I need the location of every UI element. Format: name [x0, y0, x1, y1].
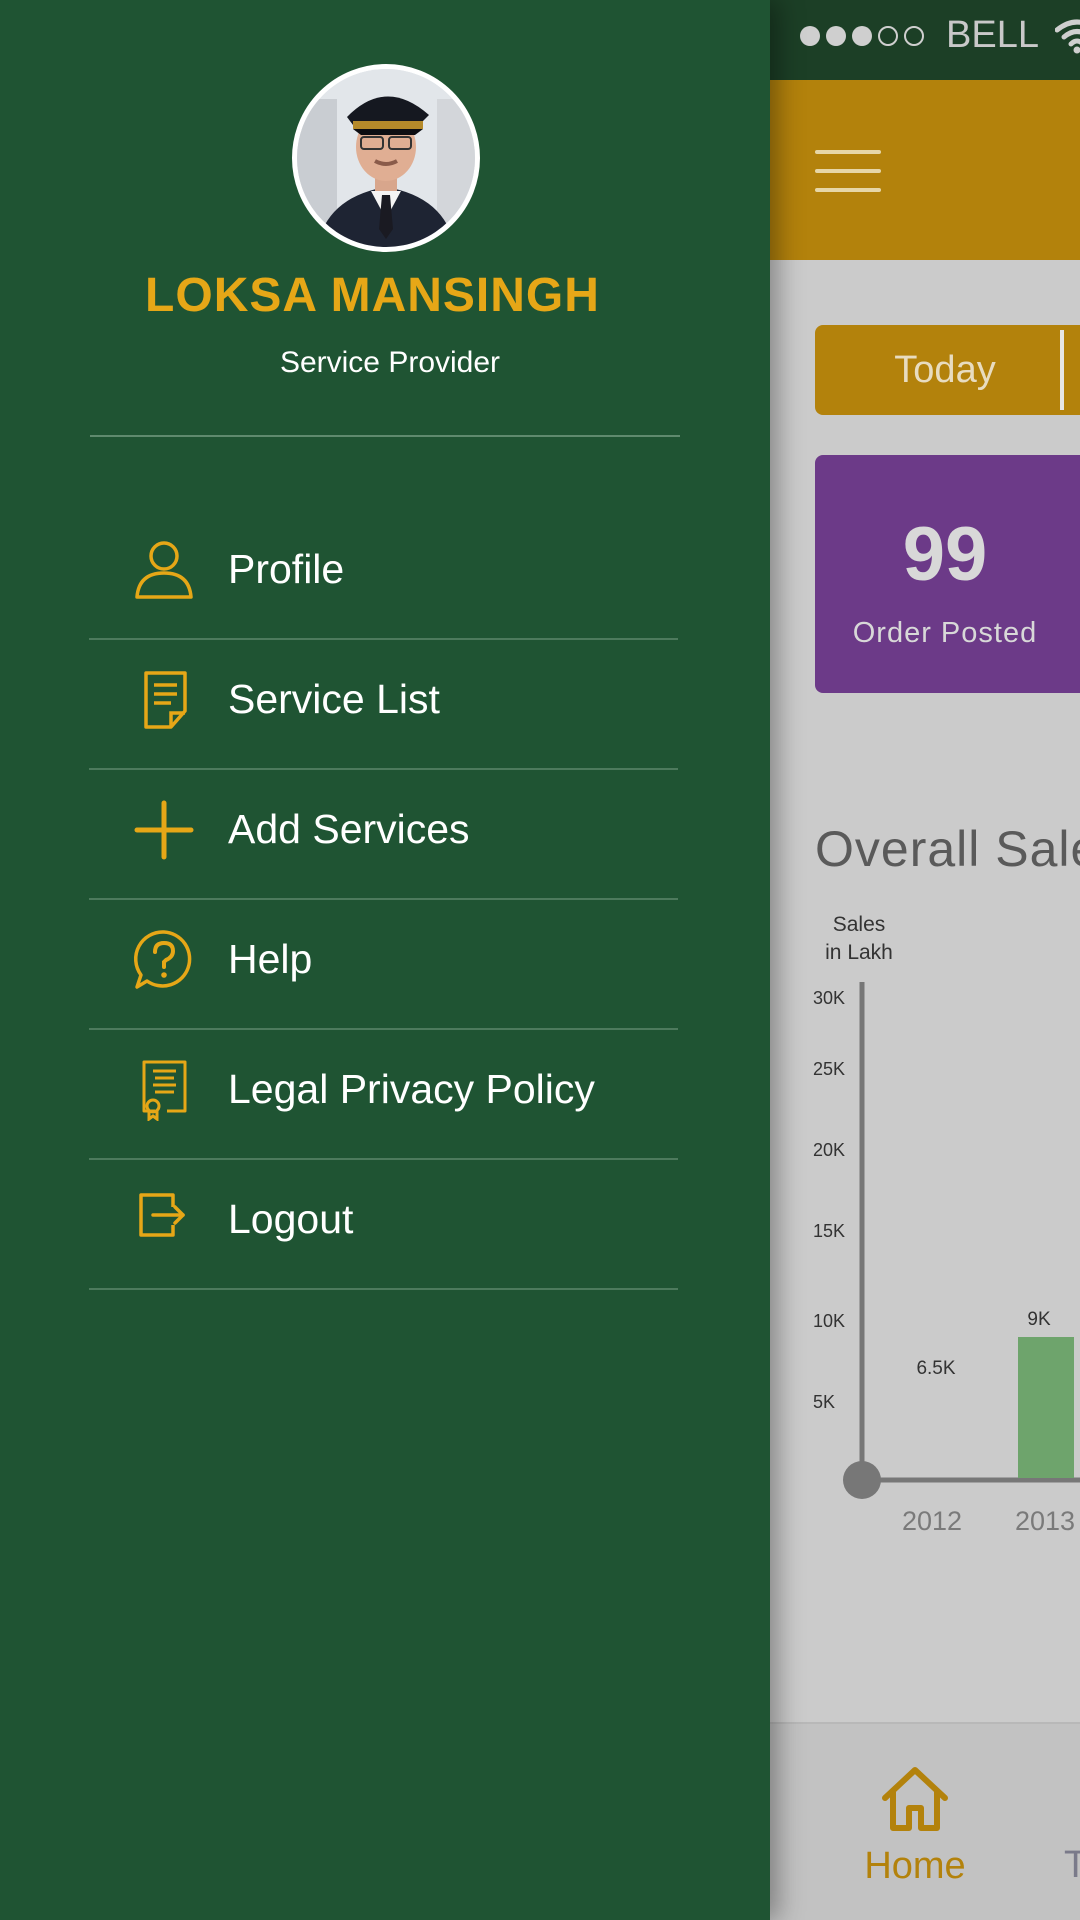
user-icon: [135, 541, 193, 599]
signal-dot: [852, 25, 872, 46]
menu-item-profile[interactable]: Profile: [89, 510, 678, 640]
signal-dot: [878, 25, 898, 46]
signal-dot: [800, 25, 820, 46]
nav-home-label: Home: [864, 1845, 966, 1887]
divider: [90, 435, 680, 437]
y-tick-label: 15K: [813, 1221, 845, 1241]
menu-icon[interactable]: [815, 150, 881, 192]
bar-2013: [1018, 1337, 1074, 1478]
x-tick-label: 2012: [902, 1506, 962, 1536]
menu-label: Help: [228, 936, 313, 982]
order-count: 99: [902, 512, 988, 597]
certificate-icon: [142, 1060, 187, 1121]
logout-icon: [139, 1193, 185, 1237]
signal-dot: [826, 25, 846, 46]
menu-item-add-services[interactable]: Add Services: [89, 770, 678, 900]
menu-label: Add Services: [228, 806, 470, 852]
menu-label: Logout: [228, 1196, 354, 1242]
menu-item-logout[interactable]: Logout: [89, 1160, 678, 1290]
menu-label: Legal Privacy Policy: [228, 1066, 595, 1112]
status-carrier: BELL: [800, 14, 1080, 57]
nav-next-label[interactable]: T: [1064, 1844, 1080, 1887]
drawer-menu: Profile Service List Add Services Help L…: [89, 510, 678, 1290]
plus-icon: [134, 800, 194, 860]
tab-today[interactable]: Today: [815, 325, 1080, 415]
nav-home[interactable]: Home: [855, 1764, 975, 1888]
carrier-name: BELL: [946, 14, 1039, 56]
menu-label: Service List: [228, 676, 440, 722]
bar-value-label: 9K: [1027, 1309, 1051, 1330]
bar-value-label: 6.5K: [916, 1358, 955, 1379]
menu-item-help[interactable]: Help: [89, 900, 678, 1030]
order-posted-card[interactable]: 99 Order Posted: [815, 455, 1080, 693]
menu-label: Profile: [228, 546, 345, 592]
navigation-drawer: LOKSA MANSINGH Service Provider Profile …: [0, 0, 770, 1920]
tab-divider: [1060, 330, 1064, 410]
signal-dot: [904, 25, 924, 46]
user-name: LOKSA MANSINGH: [145, 269, 600, 322]
avatar[interactable]: [292, 64, 480, 252]
wifi-icon: [1054, 19, 1080, 53]
home-icon: [882, 1767, 948, 1831]
avatar-photo: [297, 69, 475, 247]
y-tick-label: 25K: [813, 1059, 845, 1079]
document-list-icon: [144, 671, 187, 729]
y-axis-label: in Lakh: [825, 941, 893, 964]
sales-title: Overall Sale: [815, 821, 1080, 877]
y-axis-label: Sales: [833, 913, 886, 936]
axis-origin-dot: [843, 1461, 881, 1499]
menu-item-legal-privacy-policy[interactable]: Legal Privacy Policy: [89, 1030, 678, 1160]
order-label: Order Posted: [852, 617, 1038, 649]
y-tick-label: 10K: [813, 1311, 845, 1331]
menu-item-service-list[interactable]: Service List: [89, 640, 678, 770]
y-tick-label: 20K: [813, 1140, 845, 1160]
user-role: Service Provider: [279, 346, 501, 379]
x-tick-label: 2013: [1015, 1506, 1075, 1536]
help-icon: [133, 930, 192, 989]
y-tick-label: 30K: [813, 988, 845, 1008]
sales-chart: Sales in Lakh 5K 10K 15K 20K 25K 30K 6.5K 2012 9K 2…: [813, 913, 1080, 1536]
y-tick-label: 5K: [813, 1392, 835, 1412]
